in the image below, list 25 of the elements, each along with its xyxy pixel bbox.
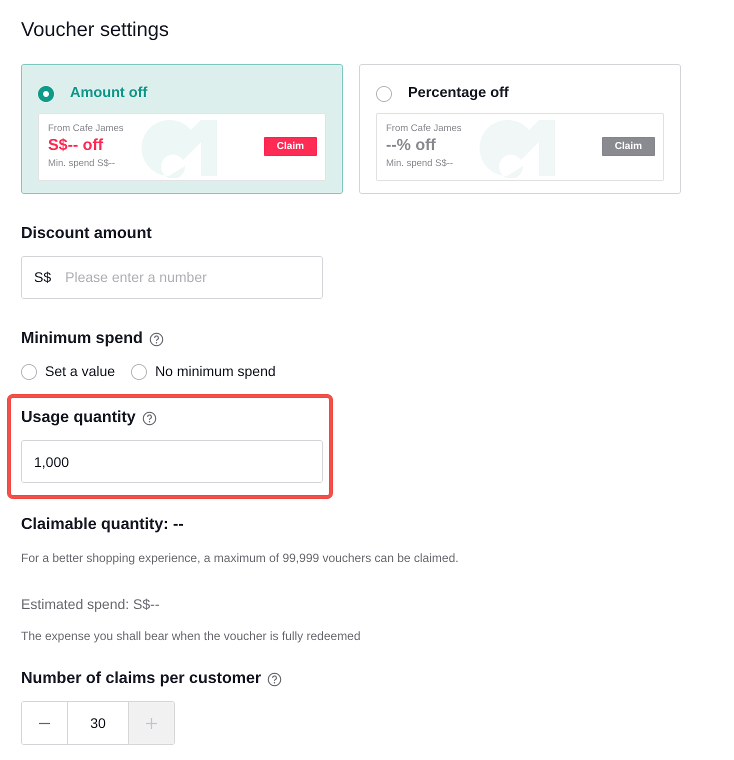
voucher-type-option[interactable]: Amount off From Cafe James S$-- off Min. spend S$-- Claim xyxy=(21,64,343,194)
field-label: Usage quantity xyxy=(21,408,136,428)
estimated-spend-label: Estimated spend: S$-- xyxy=(21,595,161,614)
currency-prefix: S$ xyxy=(34,268,52,287)
option-label: No minimum spend xyxy=(155,362,276,381)
helper-text: The expense you shall bear when the voucher is fully redeemed xyxy=(21,628,362,645)
field-label: Number of claims per customer xyxy=(21,669,262,689)
page-title: Voucher settings xyxy=(21,18,170,42)
option-label: Amount off xyxy=(70,84,148,103)
field-label: Discount amount xyxy=(21,224,152,244)
discount-value: --% off xyxy=(386,136,437,156)
option-label: Percentage off xyxy=(408,84,509,103)
discount-amount-field[interactable]: S$ Please enter a number xyxy=(21,256,323,299)
usage-quantity-field[interactable]: 1,000 xyxy=(21,440,323,483)
shop-name: From Cafe James xyxy=(386,122,462,136)
claim-button[interactable]: Claim xyxy=(264,137,317,156)
field-label: Claimable quantity: -- xyxy=(21,515,184,535)
option-label: Set a value xyxy=(45,362,116,381)
shop-name: From Cafe James xyxy=(48,122,124,136)
discount-value: S$-- off xyxy=(48,136,104,156)
minimum-spend-text: Min. spend S$-- xyxy=(48,157,116,172)
voucher-type-option[interactable]: Percentage off From Cafe James --% off Min. spend S$-- Claim xyxy=(359,64,681,194)
field-label: Minimum spend xyxy=(21,329,143,349)
helper-text: For a better shopping experience, a maximum of 99,999 vouchers can be claimed. xyxy=(21,550,460,567)
minimum-spend-text: Min. spend S$-- xyxy=(386,157,454,172)
